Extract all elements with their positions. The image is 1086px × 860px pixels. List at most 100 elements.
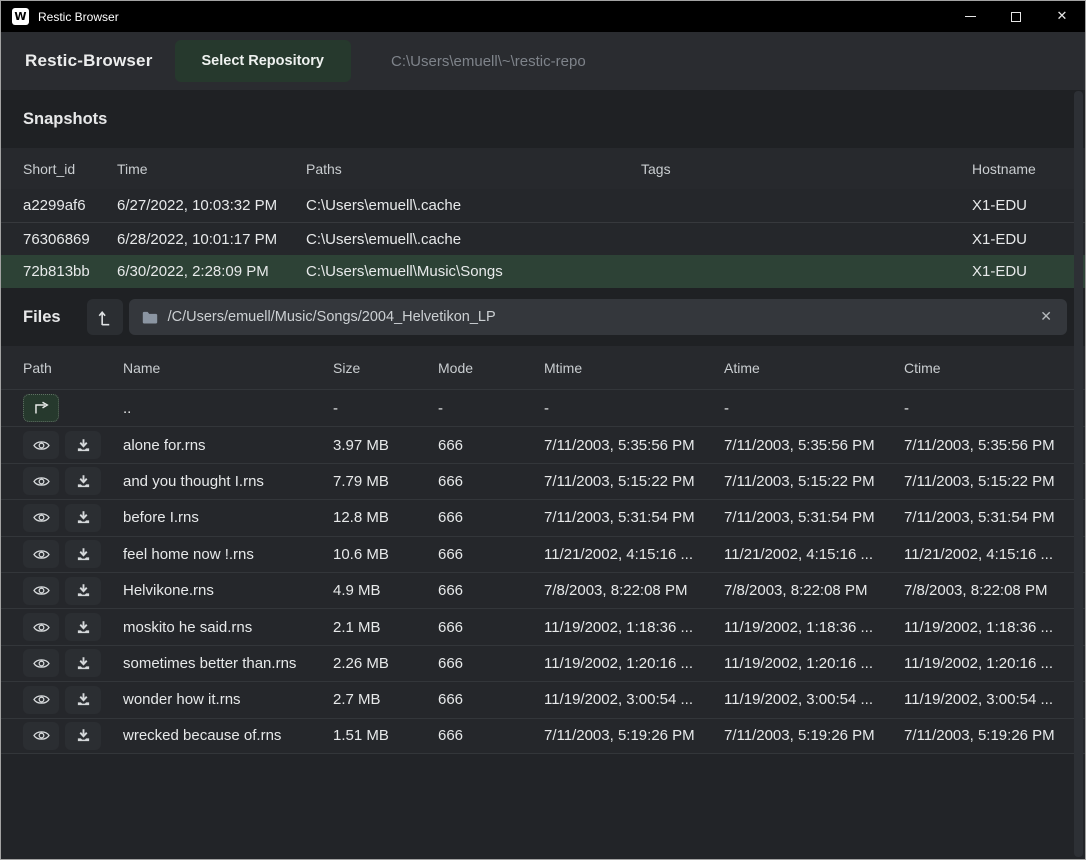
file-atime: 11/19/2002, 1:20:16 ... <box>724 655 904 672</box>
repository-path: C:\Users\emuell\~\restic-repo <box>391 53 586 70</box>
column-header-path: Path <box>23 360 123 376</box>
file-size: 12.8 MB <box>333 509 438 526</box>
snapshot-short-id: a2299af6 <box>23 197 117 214</box>
file-row: moskito he said.rns 2.1 MB 666 11/19/200… <box>1 608 1085 644</box>
file-row: alone for.rns 3.97 MB 666 7/11/2003, 5:3… <box>1 426 1085 462</box>
titlebar-left: W Restic Browser <box>12 8 119 25</box>
preview-file-button[interactable] <box>23 467 59 495</box>
folder-icon <box>142 311 158 324</box>
scrollbar[interactable] <box>1074 91 1083 857</box>
preview-file-button[interactable] <box>23 649 59 677</box>
download-file-button[interactable] <box>65 613 101 641</box>
eye-icon <box>32 728 51 743</box>
clear-path-button[interactable]: ✕ <box>1038 309 1054 325</box>
preview-file-button[interactable] <box>23 504 59 532</box>
file-size: 3.97 MB <box>333 437 438 454</box>
file-mode: 666 <box>438 655 544 672</box>
file-ctime: 7/8/2003, 8:22:08 PM <box>904 582 1085 599</box>
column-header-ctime: Ctime <box>904 360 1085 376</box>
eye-icon <box>32 438 51 453</box>
file-mode: - <box>438 400 544 417</box>
file-mode: 666 <box>438 509 544 526</box>
preview-file-button[interactable] <box>23 431 59 459</box>
titlebar[interactable]: W Restic Browser ✕ <box>1 1 1085 32</box>
snapshot-paths: C:\Users\emuell\.cache <box>306 197 641 214</box>
file-ctime: 7/11/2003, 5:35:56 PM <box>904 437 1085 454</box>
download-file-button[interactable] <box>65 540 101 568</box>
file-name: and you thought I.rns <box>123 473 333 490</box>
file-atime: 7/11/2003, 5:19:26 PM <box>724 727 904 744</box>
select-repository-button[interactable]: Select Repository <box>175 40 352 82</box>
column-header-short-id: Short_id <box>23 161 117 177</box>
file-mode: 666 <box>438 727 544 744</box>
column-header-atime: Atime <box>724 360 904 376</box>
download-file-button[interactable] <box>65 722 101 750</box>
file-mode: 666 <box>438 546 544 563</box>
preview-file-button[interactable] <box>23 540 59 568</box>
file-ctime: 11/19/2002, 1:18:36 ... <box>904 619 1085 636</box>
file-mtime: 7/11/2003, 5:15:22 PM <box>544 473 724 490</box>
file-mtime: 11/19/2002, 1:20:16 ... <box>544 655 724 672</box>
file-size: 4.9 MB <box>333 582 438 599</box>
eye-icon <box>32 510 51 525</box>
file-size: 7.79 MB <box>333 473 438 490</box>
file-name: wrecked because of.rns <box>123 727 333 744</box>
app-logo-icon: W <box>12 8 29 25</box>
file-mtime: 7/11/2003, 5:19:26 PM <box>544 727 724 744</box>
eye-icon <box>32 474 51 489</box>
download-file-button[interactable] <box>65 686 101 714</box>
file-atime: 11/21/2002, 4:15:16 ... <box>724 546 904 563</box>
download-icon <box>76 510 91 525</box>
snapshots-table-header: Short_id Time Paths Tags Hostname <box>1 148 1085 189</box>
current-path-input[interactable]: /C/Users/emuell/Music/Songs/2004_Helveti… <box>129 299 1067 335</box>
download-icon <box>76 656 91 671</box>
maximize-button[interactable] <box>993 1 1039 32</box>
eye-icon <box>32 620 51 635</box>
preview-file-button[interactable] <box>23 613 59 641</box>
maximize-icon <box>1011 12 1021 22</box>
file-ctime: 7/11/2003, 5:19:26 PM <box>904 727 1085 744</box>
file-mode: 666 <box>438 691 544 708</box>
preview-file-button[interactable] <box>23 577 59 605</box>
column-header-size: Size <box>333 360 438 376</box>
preview-file-button[interactable] <box>23 722 59 750</box>
eye-icon <box>32 692 51 707</box>
snapshots-section-header: Snapshots <box>1 90 1085 148</box>
file-size: 1.51 MB <box>333 727 438 744</box>
file-name: alone for.rns <box>123 437 333 454</box>
download-file-button[interactable] <box>65 577 101 605</box>
file-atime: 7/11/2003, 5:15:22 PM <box>724 473 904 490</box>
download-icon <box>76 728 91 743</box>
download-file-button[interactable] <box>65 504 101 532</box>
snapshot-row[interactable]: a2299af6 6/27/2022, 10:03:32 PM C:\Users… <box>1 189 1085 222</box>
minimize-button[interactable] <box>947 1 993 32</box>
file-ctime: 7/11/2003, 5:15:22 PM <box>904 473 1085 490</box>
up-arrow-icon <box>98 309 112 326</box>
file-atime: - <box>724 400 904 417</box>
file-mtime: 11/19/2002, 1:18:36 ... <box>544 619 724 636</box>
snapshot-row-selected[interactable]: 72b813bb 6/30/2022, 2:28:09 PM C:\Users\… <box>1 255 1085 288</box>
file-ctime: 11/19/2002, 3:00:54 ... <box>904 691 1085 708</box>
file-name: Helvikone.rns <box>123 582 333 599</box>
download-file-button[interactable] <box>65 431 101 459</box>
parent-directory-row: .. - - - - - <box>1 390 1085 426</box>
download-file-button[interactable] <box>65 467 101 495</box>
download-file-button[interactable] <box>65 649 101 677</box>
window-title: Restic Browser <box>38 10 119 24</box>
go-up-directory-button[interactable] <box>87 299 123 335</box>
file-mode: 666 <box>438 582 544 599</box>
file-name: before I.rns <box>123 509 333 526</box>
download-icon <box>76 692 91 707</box>
parent-directory-arrow-icon <box>33 401 50 415</box>
app-header: Restic-Browser Select Repository C:\User… <box>1 32 1085 90</box>
open-parent-directory-button[interactable] <box>23 394 59 422</box>
file-mode: 666 <box>438 437 544 454</box>
file-size: 2.1 MB <box>333 619 438 636</box>
app-logo-letter: W <box>14 10 26 23</box>
app-window: W Restic Browser ✕ Restic-Browser Select… <box>0 0 1086 860</box>
file-mtime: - <box>544 400 724 417</box>
column-header-mtime: Mtime <box>544 360 724 376</box>
preview-file-button[interactable] <box>23 686 59 714</box>
snapshot-row[interactable]: 76306869 6/28/2022, 10:01:17 PM C:\Users… <box>1 222 1085 255</box>
close-button[interactable]: ✕ <box>1039 1 1085 32</box>
